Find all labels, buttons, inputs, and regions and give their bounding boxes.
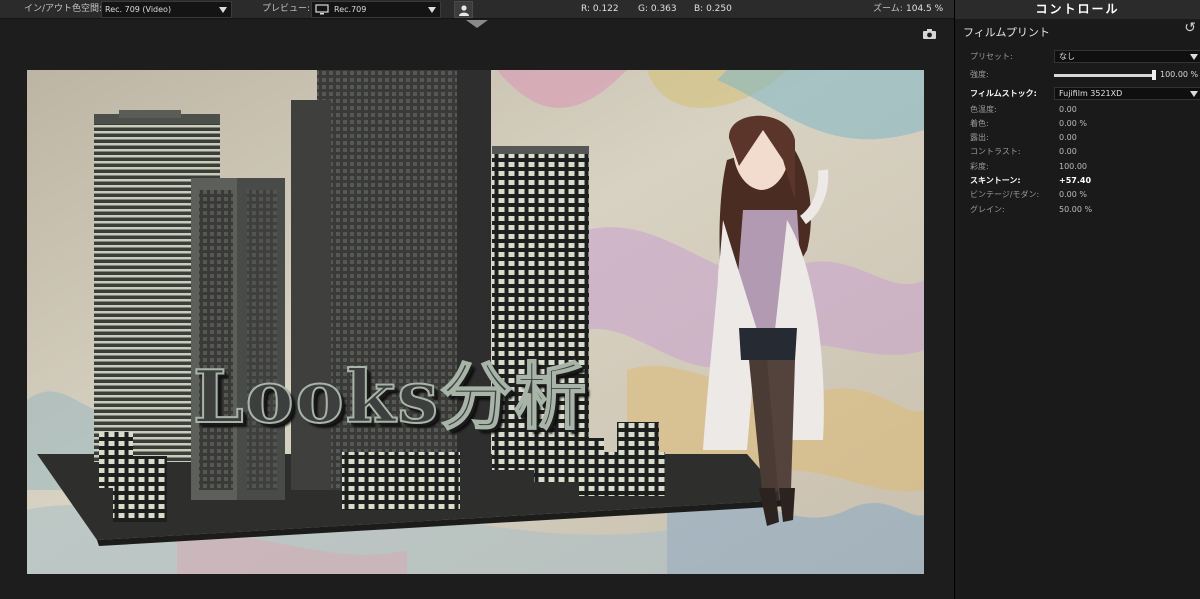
colorspace-dropdown[interactable]: Rec. 709 (Video): [101, 1, 232, 18]
colorspace-label: イン/アウト色空間:: [24, 4, 103, 14]
param-label: 色温度:: [970, 105, 997, 114]
param-label: ビンテージ/モダン:: [970, 190, 1040, 199]
filmstock-label: フィルムストック:: [970, 89, 1037, 98]
param-row[interactable]: 着色: 0.00 %: [955, 117, 1200, 131]
param-label: コントラスト:: [970, 147, 1021, 156]
preset-dropdown[interactable]: なし: [1054, 50, 1200, 63]
strength-value: 100.00 %: [1160, 70, 1199, 79]
param-row[interactable]: 彩度: 100.00: [955, 160, 1200, 174]
filmstock-dropdown[interactable]: Fujifilm 3521XD: [1054, 87, 1200, 100]
preview-dropdown[interactable]: Rec.709: [311, 1, 441, 18]
caret-down-icon: [428, 7, 436, 13]
param-label: 彩度:: [970, 162, 989, 171]
r-readout: R: 0.122: [581, 4, 619, 14]
strength-slider[interactable]: [1054, 74, 1154, 77]
strength-slider-handle[interactable]: [1152, 70, 1156, 80]
param-row[interactable]: コントラスト: 0.00: [955, 145, 1200, 159]
g-readout: G: 0.363: [638, 4, 677, 14]
strength-label: 強度:: [970, 70, 989, 79]
preview-label: プレビュー:: [262, 4, 311, 14]
person-icon: [459, 5, 469, 16]
control-panel: コントロール フィルムプリント ↺ プリセット: なし 強度: 100.00 %…: [954, 0, 1200, 599]
param-value[interactable]: 0.00: [1059, 131, 1077, 145]
param-label: グレイン:: [970, 205, 1005, 214]
camera-icon: [923, 29, 936, 39]
param-value[interactable]: 0.00: [1059, 103, 1077, 117]
param-row[interactable]: スキントーン: +57.40: [955, 174, 1200, 188]
param-value[interactable]: 0.00 %: [1059, 188, 1087, 202]
panel-header: コントロール: [955, 0, 1200, 19]
param-label: スキントーン:: [970, 176, 1021, 185]
param-label: 着色:: [970, 119, 989, 128]
param-value[interactable]: 50.00 %: [1059, 203, 1092, 217]
zoom-label: ズーム:: [873, 4, 903, 14]
caret-down-icon: [219, 7, 227, 13]
reset-icon[interactable]: ↺: [1184, 20, 1196, 36]
preset-label: プリセット:: [970, 52, 1013, 61]
looks-title-overlay: Looks分析: [192, 353, 589, 440]
param-label: 露出:: [970, 133, 989, 142]
monitor-icon: [315, 4, 329, 20]
param-value[interactable]: 0.00 %: [1059, 117, 1087, 131]
colorspace-value: Rec. 709 (Video): [105, 5, 172, 14]
snapshot-button[interactable]: [922, 25, 937, 44]
param-value[interactable]: 100.00: [1059, 160, 1087, 174]
filmstock-value: Fujifilm 3521XD: [1059, 89, 1123, 98]
param-value[interactable]: +57.40: [1059, 174, 1091, 188]
param-row[interactable]: ビンテージ/モダン: 0.00 %: [955, 188, 1200, 202]
viewer-notch-marker: [466, 20, 488, 28]
preview-image: Looks分析: [27, 70, 924, 574]
param-row[interactable]: 露出: 0.00: [955, 131, 1200, 145]
param-value[interactable]: 0.00: [1059, 145, 1077, 159]
caret-down-icon: [1190, 54, 1198, 60]
preset-value: なし: [1059, 52, 1075, 61]
scene-illustration: [27, 70, 924, 574]
person-toggle-button[interactable]: [454, 1, 473, 18]
caret-down-icon: [1190, 91, 1198, 97]
param-row[interactable]: 色温度: 0.00: [955, 103, 1200, 117]
preview-value: Rec.709: [334, 5, 367, 14]
viewer-toolbar: イン/アウト色空間: Rec. 709 (Video) プレビュー: Rec.7…: [0, 0, 954, 19]
section-title: フィルムプリント: [963, 26, 1050, 39]
b-readout: B: 0.250: [694, 4, 732, 14]
zoom-value[interactable]: 104.5 %: [906, 0, 943, 19]
param-row[interactable]: グレイン: 50.00 %: [955, 203, 1200, 217]
